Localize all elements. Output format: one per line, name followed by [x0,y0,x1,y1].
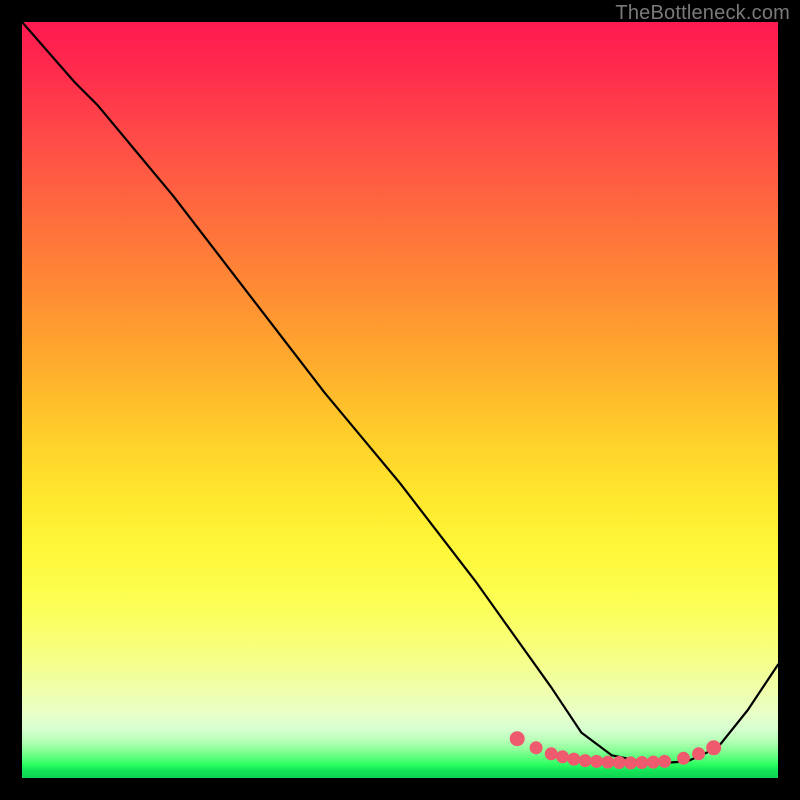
highlight-dot [591,755,603,767]
highlight-dot [625,757,637,769]
highlight-dot [530,742,542,754]
chart-stage: TheBottleneck.com [0,0,800,800]
highlight-dot [602,756,614,768]
bottleneck-curve [22,22,778,763]
highlight-dot [557,751,569,763]
highlight-dot [613,757,625,769]
highlight-dot [579,755,591,767]
highlight-dot [659,755,671,767]
chart-overlay [22,22,778,778]
highlight-dot [647,756,659,768]
highlight-dot [678,752,690,764]
attribution-label: TheBottleneck.com [615,2,790,25]
highlight-dot [568,753,580,765]
highlight-dot [707,741,721,755]
highlight-dots [510,732,721,769]
highlight-dot [636,757,648,769]
highlight-dot [545,748,557,760]
highlight-dot [510,732,524,746]
highlight-dot [693,748,705,760]
